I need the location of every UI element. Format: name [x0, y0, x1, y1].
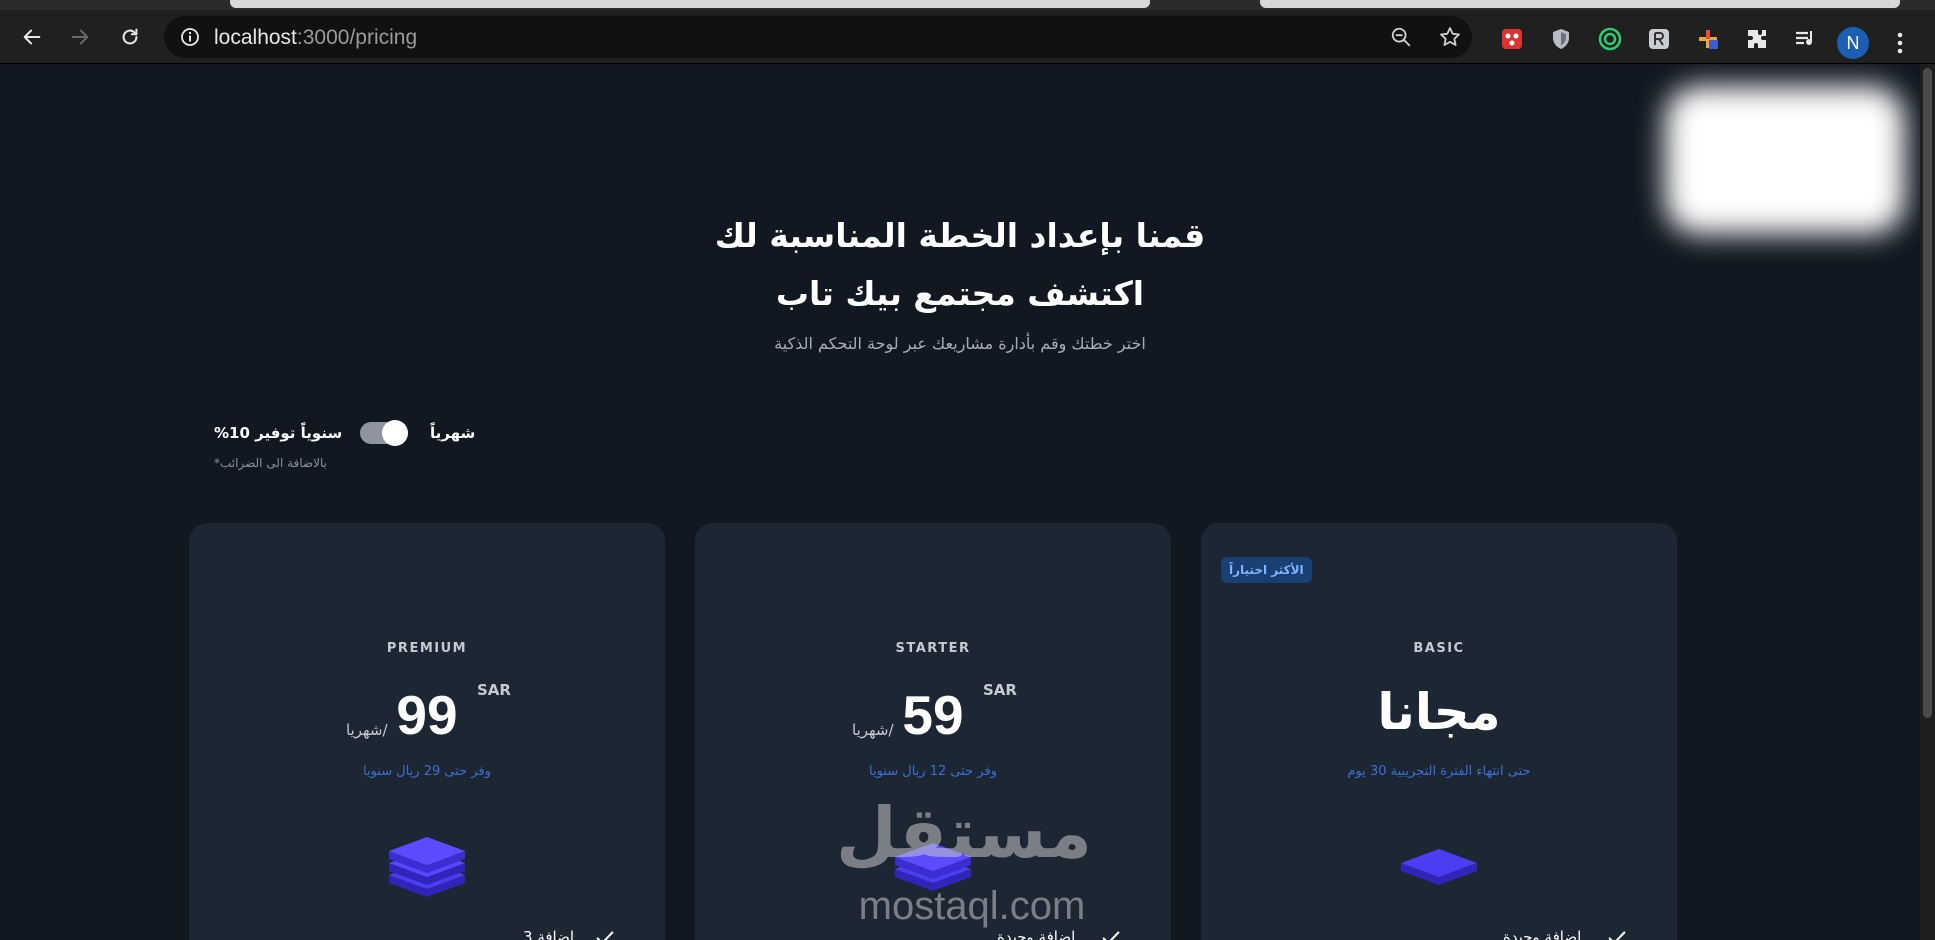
letter-extension-icon[interactable]	[1644, 24, 1674, 54]
plan-price: 59	[695, 683, 1171, 747]
pricing-page: قمنا بإعداد الخطة المناسبة لك اكتشف مجتم…	[0, 64, 1920, 940]
price-period: /شهريا	[346, 721, 388, 739]
plus-extension-icon[interactable]	[1693, 24, 1723, 54]
reload-icon	[122, 28, 138, 45]
billing-toggle-group: سنوياً توفير 10% شهرياً	[212, 418, 502, 458]
bookmark-star-icon[interactable]	[1438, 25, 1462, 49]
tab-shadow	[230, 0, 1150, 8]
plan-tier: PREMIUM	[386, 641, 468, 656]
media-queue-icon[interactable]	[1790, 24, 1820, 54]
plan-savings: وفر حتى 12 ريال سنويا	[869, 764, 997, 779]
url-path: :3000/pricing	[296, 26, 418, 49]
annual-label[interactable]: سنوياً توفير 10%	[214, 424, 342, 442]
plan-feature: اضافة 3	[189, 923, 665, 940]
plan-card-premium[interactable]: PREMIUM 99 SAR /شهريا وفر حتى 29 ريال سن…	[189, 523, 665, 940]
check-icon	[596, 931, 614, 940]
address-bar[interactable]: localhost:3000/pricing	[164, 16, 1472, 58]
target-extension-icon[interactable]	[1595, 24, 1625, 54]
watermark-latin: mostaql.com	[858, 884, 1086, 928]
hero-title-line2: اكتشف مجتمع بيك تاب	[775, 274, 1145, 313]
profile-avatar[interactable]: N	[1837, 27, 1869, 59]
price-period: /شهريا	[852, 721, 894, 739]
watermark: مستقل mostaql.com	[835, 792, 1092, 932]
plan-savings: حتى انتهاء الفترة التجريبية 30 يوم	[1347, 764, 1531, 779]
back-button[interactable]	[12, 19, 52, 55]
plan-card-basic[interactable]: الأكثر اختياراً BASIC مجانا حتى انتهاء ا…	[1201, 523, 1677, 940]
redacted-logo	[1665, 86, 1905, 234]
vertical-scrollbar[interactable]	[1920, 64, 1935, 940]
plan-price-free: مجانا	[1377, 683, 1501, 741]
most-popular-badge: الأكثر اختياراً	[1221, 557, 1312, 583]
arrow-right-icon	[71, 29, 89, 45]
check-icon	[1102, 931, 1120, 940]
layers-stack-3-icon	[389, 837, 465, 897]
arrow-left-icon	[23, 29, 41, 45]
forward-button[interactable]	[60, 19, 100, 55]
hero-subtitle: اختر خطتك وقم بأدارة مشاريعك عبر لوحة ال…	[774, 334, 1146, 353]
billing-period-toggle[interactable]	[360, 420, 408, 446]
plan-savings: وفر حتى 29 ريال سنويا	[363, 764, 491, 779]
monthly-label[interactable]: شهرياً	[430, 424, 475, 442]
plan-feature: اضافة وحيدة	[1201, 923, 1677, 940]
info-icon[interactable]	[180, 27, 200, 47]
url-text[interactable]: localhost:3000/pricing	[214, 26, 417, 50]
url-host: localhost	[214, 26, 297, 49]
price-currency: SAR	[477, 681, 511, 699]
feature-text: اضافة 3	[523, 928, 575, 940]
tab-strip	[0, 0, 1935, 10]
price-amount: 59	[902, 684, 964, 746]
watermark-arabic: مستقل	[835, 792, 1092, 874]
tax-note: بالاضافة الى الضرائب*	[214, 456, 327, 470]
puzzle-extensions-icon[interactable]	[1742, 24, 1772, 54]
plan-tier: STARTER	[895, 641, 971, 656]
layers-stack-1-icon	[1401, 849, 1477, 885]
extension-red-icon[interactable]	[1497, 24, 1527, 54]
price-currency: SAR	[983, 681, 1017, 699]
plan-price: 99	[189, 683, 665, 747]
browser-toolbar: localhost:3000/pricing N	[0, 10, 1935, 64]
feature-text: اضافة وحيدة	[1503, 928, 1582, 940]
shield-extension-icon[interactable]	[1546, 24, 1576, 54]
hero-title-line1: قمنا بإعداد الخطة المناسبة لك	[714, 216, 1206, 255]
check-icon	[1608, 931, 1626, 940]
toggle-knob[interactable]	[382, 420, 408, 446]
more-menu-icon[interactable]	[1890, 28, 1910, 58]
tab-shadow	[1260, 0, 1900, 8]
zoom-out-icon[interactable]	[1390, 26, 1412, 48]
reload-button[interactable]	[110, 19, 150, 55]
plan-tier: BASIC	[1413, 641, 1465, 656]
scrollbar-thumb[interactable]	[1923, 68, 1932, 718]
price-amount: 99	[396, 684, 458, 746]
